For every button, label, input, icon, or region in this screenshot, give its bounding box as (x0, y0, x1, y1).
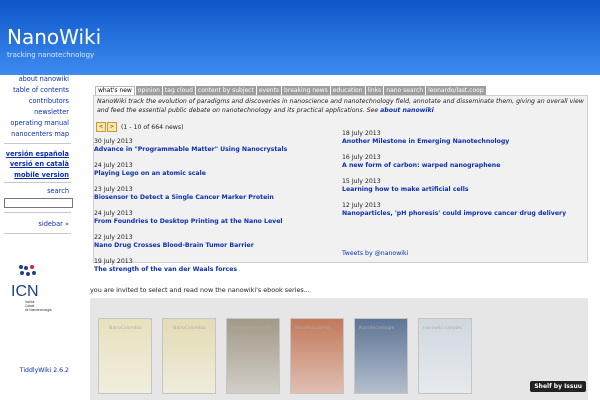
ebook-cover[interactable]: nanowiki nanotec (418, 318, 472, 394)
ebook-label: nanowiki nanotec (423, 326, 463, 331)
intro-text: NanoWiki track the evolution of paradigm… (97, 98, 584, 114)
news-title[interactable]: Nano Drug Crosses Blood-Brain Tumor Barr… (94, 242, 254, 250)
news-date: 30 July 2013 (94, 138, 133, 145)
tab-education[interactable]: education (330, 86, 365, 95)
news-date: 15 July 2013 (342, 178, 381, 185)
nav-divider (4, 182, 71, 183)
news-item: 24 July 2013 Playing Lego on an atomic s… (94, 162, 206, 178)
news-date: 18 July 2013 (342, 130, 381, 137)
lang-link-catalan[interactable]: versió en català (10, 160, 69, 168)
news-item: 12 July 2013 Nanoparticles, 'pH phoresis… (342, 202, 566, 218)
news-item: 18 July 2013 Another Milestone in Emergi… (342, 130, 509, 146)
tab-nano-search[interactable]: nano search (384, 86, 426, 95)
ebook-cover[interactable]: Nanotecnologie (354, 318, 408, 394)
nav-link-about[interactable]: about nanowiki (19, 75, 69, 83)
news-date: 22 July 2013 (94, 234, 133, 241)
tab-tag-cloud[interactable]: tag cloud (162, 86, 195, 95)
news-title[interactable]: A new form of carbon: warped nanographen… (342, 162, 500, 170)
tab-breaking-news[interactable]: breaking news (282, 86, 330, 95)
news-item: 23 July 2013 Biosensor to Detect a Singl… (94, 186, 274, 202)
news-title[interactable]: Nanoparticles, 'pH phoresis' could impro… (342, 210, 566, 218)
prev-page-button[interactable]: < (96, 122, 106, 132)
lang-link-spanish[interactable]: versión española (6, 150, 69, 158)
tiddlywiki-version[interactable]: TiddlyWiki 2.6.2 (20, 367, 69, 374)
ebook-cover[interactable]: NanoFuturamas (290, 318, 344, 394)
nav-link-contributors[interactable]: contributors (29, 97, 69, 105)
tab-bar: what's new opinion tag cloud content by … (95, 86, 486, 96)
news-item: 16 July 2013 A new form of carbon: warpe… (342, 154, 500, 170)
ebook-cover[interactable]: Nanomedicina file (226, 318, 280, 394)
lang-link-mobile[interactable]: mobile version (14, 171, 69, 179)
news-date: 24 July 2013 (94, 162, 133, 169)
tweets-link[interactable]: Tweets by @nanowiki (342, 250, 408, 257)
news-date: 24 July 2013 (94, 210, 133, 217)
news-item: 24 July 2013 From Foundries to Desktop P… (94, 210, 283, 226)
ebook-cover[interactable]: NanoColombia (162, 318, 216, 394)
ebook-note: you are invited to select and read now t… (90, 286, 310, 294)
ebook-label: NanoFuturamas (295, 326, 331, 331)
news-date: 12 July 2013 (342, 202, 381, 209)
tab-leonardo[interactable]: leonardo/last.coop (426, 86, 486, 95)
sidebar: about nanowiki table of contents contrib… (0, 75, 75, 400)
nav-link-table-of-contents[interactable]: table of contents (13, 86, 69, 94)
news-title[interactable]: Playing Lego on an atomic scale (94, 170, 206, 178)
nav-divider (4, 143, 71, 144)
nav-link-nanocenters-map[interactable]: nanocenters map (11, 130, 69, 138)
ebook-label: NanoColombia (173, 326, 206, 331)
nav-divider (4, 212, 71, 213)
news-item: 30 July 2013 Advance in "Programmable Ma… (94, 138, 287, 154)
site-title[interactable]: NanoWiki (7, 25, 101, 49)
nav-link-newsletter[interactable]: newsletter (34, 108, 69, 116)
ebook-label: Nanotecnologie (359, 326, 395, 331)
news-date: 19 July 2013 (94, 258, 133, 265)
news-title[interactable]: The strength of the van der Waals forces (94, 266, 237, 274)
next-page-button[interactable]: > (107, 122, 117, 132)
ebook-label: Nanomedicina file (231, 326, 272, 331)
tab-links[interactable]: links (365, 86, 384, 95)
nav-link-operating-manual[interactable]: operating manual (10, 119, 69, 127)
news-title[interactable]: Another Milestone in Emerging Nanotechno… (342, 138, 509, 146)
site-header: NanoWiki tracking nanotechnology (0, 0, 600, 75)
ebook-label: NanoColombia (109, 326, 142, 331)
issuu-shelf: NanoColombia NanoColombia Nanomedicina f… (90, 298, 588, 400)
svg-text:de Nanotecnologia: de Nanotecnologia (25, 308, 52, 312)
news-title[interactable]: Learning how to make artificial cells (342, 186, 469, 194)
about-nanowiki-link[interactable]: about nanowiki (380, 107, 434, 114)
tab-events[interactable]: events (256, 86, 282, 95)
sidebar-toggle[interactable]: sidebar » (38, 220, 69, 228)
whats-new-panel: NanoWiki track the evolution of paradigm… (93, 95, 588, 273)
news-item: 19 July 2013 The strength of the van der… (94, 258, 237, 274)
news-title[interactable]: Biosensor to Detect a Single Cancer Mark… (94, 194, 274, 202)
site-subtitle: tracking nanotechnology (7, 51, 95, 59)
tab-opinion[interactable]: opinion (135, 86, 162, 95)
nav-divider (4, 233, 71, 234)
shelf-by-issuu-button[interactable]: Shelf by Issuu (530, 381, 586, 392)
ebook-cover[interactable]: NanoColombia (98, 318, 152, 394)
news-item: 15 July 2013 Learning how to make artifi… (342, 178, 469, 194)
news-pager: < > (1 - 10 of 664 news) (96, 122, 184, 132)
logo-text: ICN (11, 283, 39, 300)
news-title[interactable]: From Foundries to Desktop Printing at th… (94, 218, 283, 226)
tab-content-by-subject[interactable]: content by subject (195, 86, 256, 95)
news-date: 16 July 2013 (342, 154, 381, 161)
search-label[interactable]: search (47, 187, 69, 195)
news-title[interactable]: Advance in "Programmable Matter" Using N… (94, 146, 287, 154)
pager-info: (1 - 10 of 664 news) (121, 123, 184, 131)
search-input[interactable] (4, 198, 73, 208)
news-item: 22 July 2013 Nano Drug Crosses Blood-Bra… (94, 234, 254, 250)
news-date: 23 July 2013 (94, 186, 133, 193)
icn-logo[interactable]: ICN Institut Català de Nanotecnologia (11, 263, 71, 315)
